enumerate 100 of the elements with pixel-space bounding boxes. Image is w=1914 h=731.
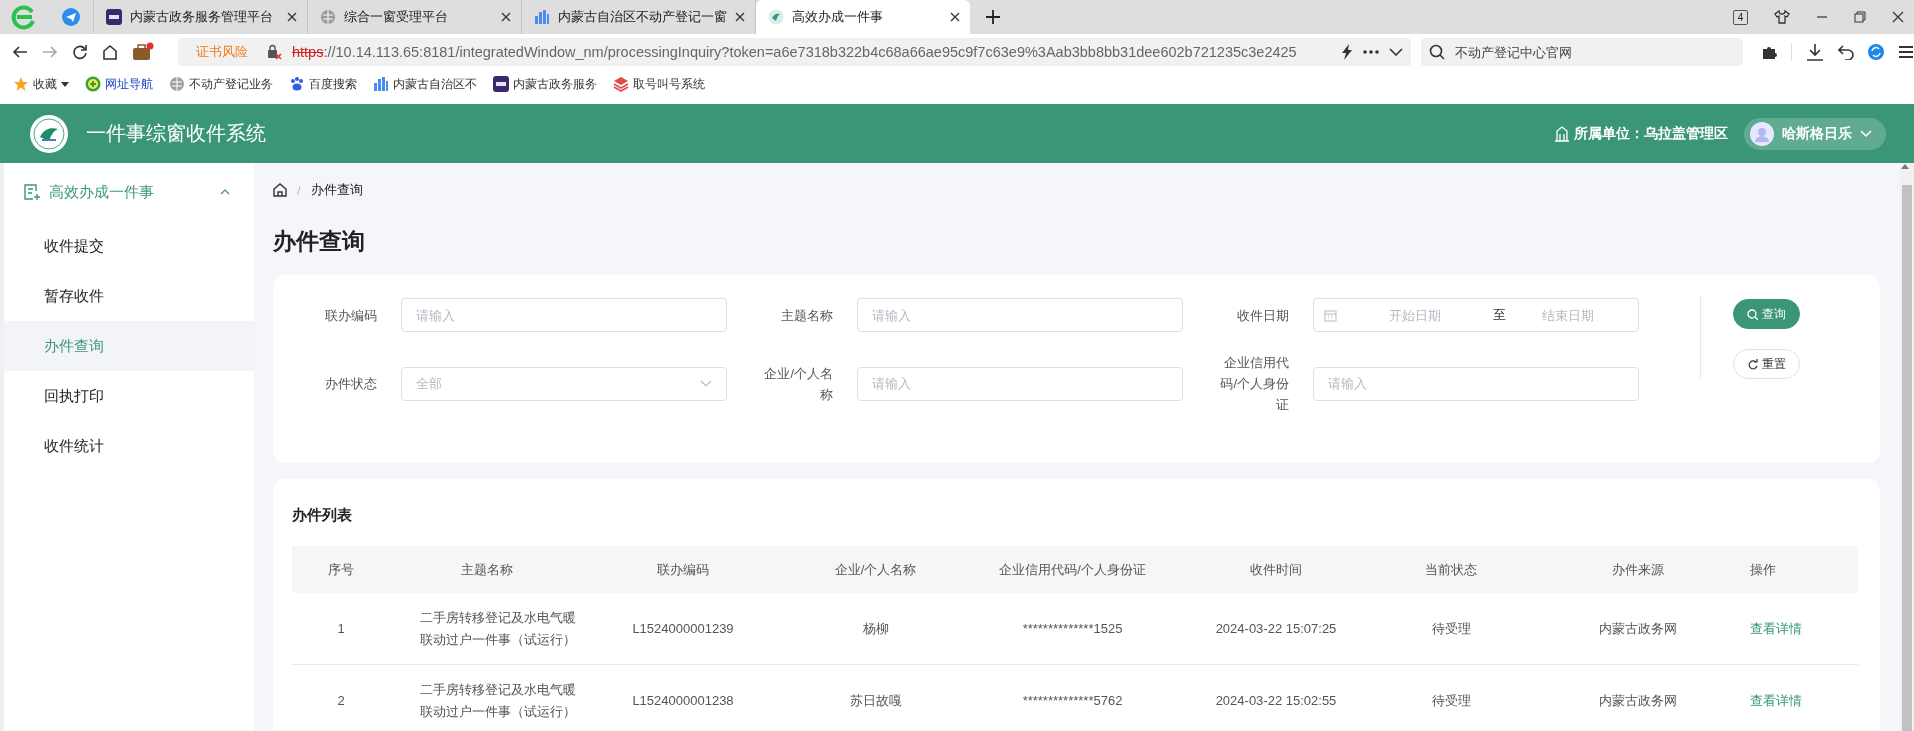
close-icon[interactable] <box>287 12 297 22</box>
bookmark-icon <box>493 76 509 92</box>
app-title: 一件事综窗收件系统 <box>86 121 266 146</box>
bookmark[interactable]: 取号叫号系统 <box>608 75 710 93</box>
table-cell: 待受理 <box>1376 664 1526 731</box>
table-cell: L1524000001239 <box>584 593 782 665</box>
search-field[interactable]: 不动产登记中心官网 <box>1421 38 1743 66</box>
chevron-down-icon[interactable] <box>1389 48 1404 56</box>
table-cell: 内蒙古政务网 <box>1526 593 1750 665</box>
address-bar[interactable]: 证书风险 https://10.14.113.65:8181/integratedWindow_nm/processingInquiry?token=a6e7318b322b4c68a66ae95c9f7c63e9%3Aab3bb8bb31dee602b721235c3e2425 <box>178 38 1412 66</box>
close-icon[interactable] <box>501 12 511 22</box>
avatar-icon <box>1750 121 1774 146</box>
view-details-link[interactable]: 查看详情 <box>1750 692 1802 708</box>
table-cell: **************1525 <box>969 593 1176 665</box>
table-title: 办件列表 <box>292 505 353 525</box>
text-input[interactable]: 请输入 <box>857 366 1183 401</box>
more-icon[interactable] <box>1363 50 1380 54</box>
scrollbar[interactable] <box>1900 163 1914 731</box>
bookmark-icon <box>373 76 389 92</box>
field-label: 联办编码 <box>324 306 378 325</box>
refresh-icon <box>1747 358 1758 370</box>
undo-icon[interactable] <box>1838 44 1854 60</box>
view-details-link[interactable]: 查看详情 <box>1750 620 1802 636</box>
field-label: 办件状态 <box>324 375 378 393</box>
shirt-icon[interactable] <box>1774 10 1790 24</box>
close-icon[interactable] <box>1892 11 1904 23</box>
field-label: 企业/个人名称 <box>763 364 834 404</box>
puzzle-icon[interactable] <box>1761 44 1777 60</box>
menu-group[interactable]: 高效办成一件事 <box>4 163 254 221</box>
back-icon[interactable] <box>12 44 28 60</box>
text-input[interactable]: 请输入 <box>401 298 727 332</box>
download-icon[interactable] <box>1806 43 1824 61</box>
tab-count[interactable]: 4 <box>1733 9 1748 25</box>
bookmark-icon <box>289 76 305 92</box>
search-icon <box>1747 308 1758 320</box>
column-header: 联办编码 <box>584 546 782 593</box>
column-header: 办件来源 <box>1526 546 1750 593</box>
reload-icon[interactable] <box>72 44 88 60</box>
restore-icon[interactable] <box>1854 11 1866 23</box>
menu-item[interactable]: 收件统计 <box>4 421 254 471</box>
bookmark[interactable]: 百度搜索 <box>284 75 362 93</box>
sync-icon[interactable] <box>1868 44 1884 60</box>
insecure-lock-icon <box>266 44 282 60</box>
column-header: 主题名称 <box>390 546 584 593</box>
column-header: 当前状态 <box>1376 546 1526 593</box>
range-separator: 至 <box>1493 306 1506 324</box>
table-cell: 杨柳 <box>782 593 969 665</box>
favicon-icon <box>106 9 122 25</box>
column-header: 序号 <box>292 546 390 593</box>
column-header: 收件时间 <box>1176 546 1376 593</box>
table-cell: 二手房转移登记及水电气暖联动过户一件事（试运行） <box>390 593 584 665</box>
search-input[interactable]: 不动产登记中心官网 <box>1453 43 1735 61</box>
home-icon[interactable] <box>273 183 287 197</box>
table-cell: 2024-03-22 15:07:25 <box>1176 593 1376 665</box>
bookmark-icon <box>613 76 629 92</box>
new-tab-icon[interactable] <box>986 10 1000 24</box>
briefcase-icon[interactable] <box>132 42 154 62</box>
text-input[interactable]: 请输入 <box>857 298 1183 332</box>
lightning-icon[interactable] <box>1341 44 1354 60</box>
browser-logo-icon <box>11 4 37 30</box>
send-icon[interactable] <box>61 8 80 26</box>
url-scheme: https <box>292 44 324 60</box>
favicon-icon <box>768 9 784 25</box>
end-date-input[interactable]: 结束日期 <box>1516 306 1620 324</box>
calendar-icon <box>1324 308 1337 322</box>
caret-icon <box>61 81 69 87</box>
bookmark[interactable]: 收藏 <box>8 75 74 93</box>
start-date-input[interactable]: 开始日期 <box>1363 306 1467 324</box>
menu-item[interactable]: 收件提交 <box>4 221 254 271</box>
column-header: 企业/个人名称 <box>782 546 969 593</box>
table-cell: 2024-03-22 15:02:55 <box>1176 664 1376 731</box>
table-cell: 待受理 <box>1376 593 1526 665</box>
url-text: ://10.14.113.65:8181/integratedWindow_nm/processingInquiry?token=a6e7318b322b4c68a66ae95c9f7c63e9%3Aab3bb8bb31dee602b721235c3e2425 <box>323 44 1298 60</box>
bookmark[interactable]: 网址导航 <box>80 75 158 93</box>
browser-tab[interactable]: 高效办成一件事 <box>756 0 970 34</box>
table-cell: 内蒙古政务网 <box>1526 664 1750 731</box>
menu-icon[interactable] <box>1898 45 1914 59</box>
document-plus-icon <box>23 183 41 201</box>
bookmark[interactable]: 不动产登记业务 <box>164 75 278 93</box>
chevron-down-icon <box>1860 129 1872 138</box>
bookmark-icon <box>13 76 29 92</box>
menu-item[interactable]: 暂存收件 <box>4 271 254 321</box>
menu-item[interactable]: 回执打印 <box>4 371 254 421</box>
building-icon <box>1555 125 1569 142</box>
bookmark[interactable]: 内蒙古政务服务 <box>488 75 602 93</box>
text-input[interactable]: 请输入 <box>1313 366 1639 401</box>
column-header: 操作 <box>1750 546 1858 593</box>
reset-button[interactable]: 重置 <box>1733 349 1800 379</box>
close-icon[interactable] <box>735 12 745 22</box>
query-button[interactable]: 查询 <box>1733 299 1800 329</box>
close-icon[interactable] <box>950 12 960 22</box>
chevron-down-icon <box>700 380 712 387</box>
bookmark[interactable]: 内蒙古自治区不 <box>368 75 482 93</box>
date-range-field[interactable]: 开始日期 至 结束日期 <box>1313 298 1639 332</box>
breadcrumb-current: 办件查询 <box>310 181 363 199</box>
table-cell: 1 <box>292 593 390 665</box>
column-header: 企业信用代码/个人身份证 <box>969 546 1176 593</box>
field-label: 收件日期 <box>1236 306 1290 325</box>
home-icon[interactable] <box>102 44 118 60</box>
page-title: 办件查询 <box>273 227 366 256</box>
